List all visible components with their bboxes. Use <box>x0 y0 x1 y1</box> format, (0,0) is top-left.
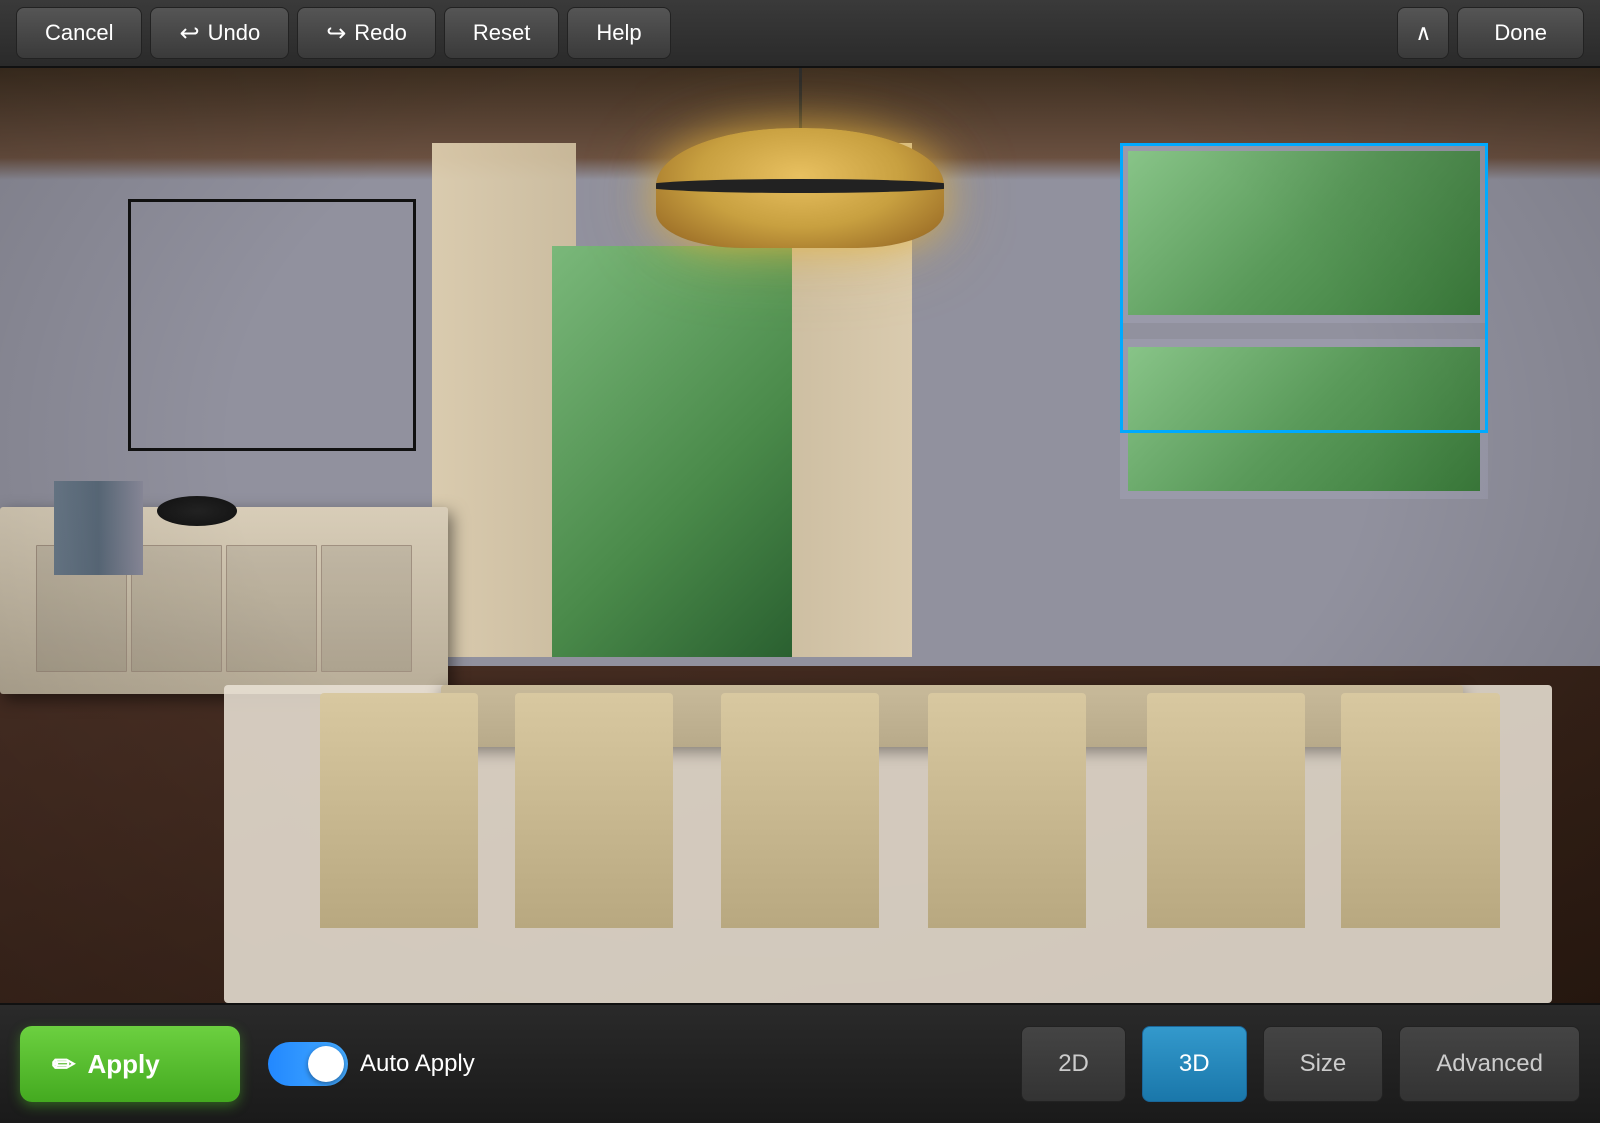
chevron-up-icon: ∧ <box>1415 20 1431 46</box>
top-toolbar: Cancel ↩ Undo ↪ Redo Reset Help ∧ Done <box>0 0 1600 68</box>
apply-label: Apply <box>87 1049 159 1080</box>
chair-6[interactable] <box>1341 693 1499 929</box>
sideboard-door-3 <box>226 545 317 672</box>
redo-icon: ↪ <box>326 19 346 48</box>
chair-2[interactable] <box>515 693 673 929</box>
toggle-thumb <box>308 1046 344 1082</box>
dining-chairs <box>320 666 1536 928</box>
books-decoration <box>54 481 144 575</box>
chair-4[interactable] <box>928 693 1086 929</box>
view-2d-button[interactable]: 2D <box>1021 1026 1126 1102</box>
view-3d-button[interactable]: 3D <box>1142 1026 1247 1102</box>
auto-apply-group: Auto Apply <box>268 1042 475 1086</box>
advanced-button[interactable]: Advanced <box>1399 1026 1580 1102</box>
chair-1[interactable] <box>320 693 478 929</box>
collapse-button[interactable]: ∧ <box>1397 7 1449 59</box>
apply-icon: ✏ <box>52 1048 75 1081</box>
chandelier-wire <box>799 68 802 128</box>
scene-viewport[interactable] <box>0 68 1600 1003</box>
reset-button[interactable]: Reset <box>444 7 559 59</box>
redo-label: Redo <box>354 20 407 46</box>
center-window <box>552 246 792 657</box>
wall-art-frame[interactable] <box>128 199 416 451</box>
chair-5[interactable] <box>1147 693 1305 929</box>
sideboard-door-4 <box>321 545 412 672</box>
right-window-top[interactable] <box>1120 143 1488 323</box>
chandelier <box>656 68 944 248</box>
sideboard-door-2 <box>131 545 222 672</box>
right-windows <box>1120 143 1488 515</box>
chandelier-body <box>656 128 944 248</box>
size-button[interactable]: Size <box>1263 1026 1384 1102</box>
cancel-button[interactable]: Cancel <box>16 7 142 59</box>
chandelier-rim <box>656 179 944 193</box>
undo-button[interactable]: ↩ Undo <box>150 7 289 59</box>
chair-3[interactable] <box>721 693 879 929</box>
undo-icon: ↩ <box>179 19 199 48</box>
decorative-bowl <box>157 496 238 526</box>
apply-button[interactable]: ✏ Apply <box>20 1026 240 1102</box>
undo-label: Undo <box>208 20 261 46</box>
done-button[interactable]: Done <box>1457 7 1584 59</box>
right-window-bottom[interactable] <box>1120 339 1488 499</box>
redo-button[interactable]: ↪ Redo <box>297 7 436 59</box>
help-button[interactable]: Help <box>567 7 670 59</box>
toggle-track <box>268 1042 348 1086</box>
bottom-toolbar: ✏ Apply Auto Apply 2D 3D Size Advanced <box>0 1003 1600 1123</box>
auto-apply-label: Auto Apply <box>360 1050 475 1078</box>
auto-apply-toggle[interactable] <box>268 1042 348 1086</box>
